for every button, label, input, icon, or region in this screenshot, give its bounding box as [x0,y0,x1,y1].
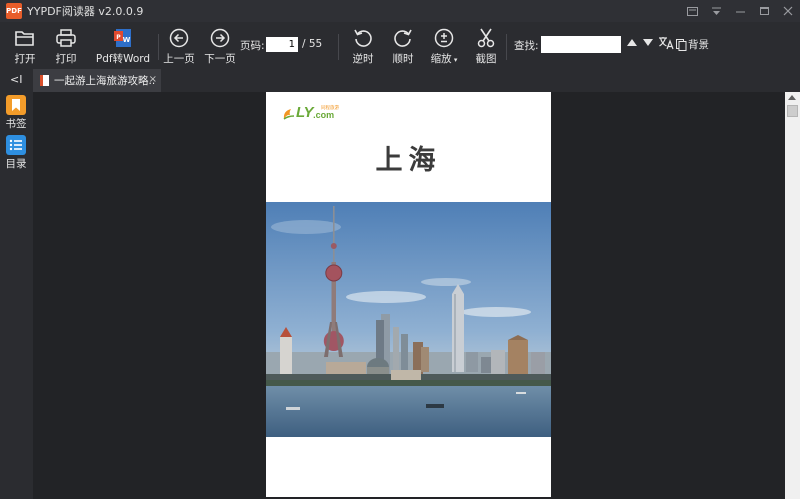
app-title: YYPDF阅读器 v2.0.0.9 [27,5,144,18]
sidebar-item-toc[interactable]: 目录 [5,135,27,171]
bookmark-icon [6,95,26,115]
page-heading: 上海 [375,145,442,176]
open-label: 打开 [14,53,36,65]
toolbar: 打开 打印 PW Pdf转Word 上一页 下一页 页码: / 55 逆时 [0,22,800,67]
scroll-thumb[interactable] [787,105,798,117]
sidebar-item-bookmarks[interactable]: 书签 [5,95,27,131]
title-bar: PDF YYPDF阅读器 v2.0.0.9 [0,0,800,22]
sidebar-item-label: 书签 [5,118,27,130]
zoom-button[interactable]: 缩放 ▾ [422,28,466,66]
arrow-right-circle-icon [210,28,230,48]
next-page-button[interactable]: 下一页 [198,28,242,66]
find-label: 查找: [514,40,539,52]
prev-page-button[interactable]: 上一页 [157,28,201,66]
printer-icon [55,28,77,48]
tab-close-icon[interactable]: × [149,74,157,85]
svg-text:P: P [116,34,121,41]
tab-title: 一起游上海旅游攻略.. [54,75,156,87]
ly-logo-text: LY [296,104,314,121]
screenshot-label: 截图 [475,53,497,65]
sidebar-collapse-button[interactable]: <I [10,73,22,86]
find-next-icon[interactable] [642,37,654,47]
ly-logo: LY .com 同程旅游 [282,104,339,121]
vertical-scrollbar[interactable] [785,92,800,499]
maximize-icon[interactable] [752,0,776,22]
skin-icon[interactable] [680,0,704,22]
pdf-page: LY .com 同程旅游 上海 [266,92,551,497]
print-button[interactable]: 打印 [44,28,88,66]
pdf-file-icon [40,75,49,86]
find-input[interactable] [541,36,621,53]
document-viewer[interactable]: LY .com 同程旅游 上海 [33,92,785,499]
translate-icon[interactable] [658,36,674,53]
list-icon [6,135,26,155]
next-page-label: 下一页 [204,53,236,65]
print-label: 打印 [55,53,77,65]
background-icon [676,38,687,51]
window-controls [680,0,800,22]
ly-logo-domain: .com [313,110,335,120]
arrow-left-circle-icon [169,28,189,48]
rotate-ccw-button[interactable]: 逆时 [341,28,385,66]
folder-icon [14,28,36,48]
close-icon[interactable] [776,0,800,22]
rotate-ccw-label: 逆时 [352,53,374,65]
sidebar-item-label: 目录 [5,158,27,170]
menu-icon[interactable] [704,0,728,22]
background-button[interactable]: 背景 [676,37,709,52]
pdf-to-word-icon: PW [112,28,134,48]
rotate-cw-button[interactable]: 顺时 [381,28,425,66]
toolbar-divider [338,34,339,60]
prev-page-label: 上一页 [163,53,195,65]
ly-logo-chinese: 同程旅游 [321,106,339,111]
toolbar-divider [506,34,507,60]
rotate-cw-icon [393,28,413,48]
minimize-icon[interactable] [728,0,752,22]
tab-bar: <I 一起游上海旅游攻略.. × [0,67,800,92]
scissors-icon [476,28,496,48]
tab-document[interactable]: 一起游上海旅游攻略.. × [33,69,161,92]
background-label: 背景 [688,39,709,51]
scroll-up-icon[interactable] [788,95,796,100]
page-total: / 55 [302,38,323,50]
pdf-to-word-button[interactable]: PW Pdf转Word [95,28,151,66]
shanghai-skyline-photo [266,202,551,437]
sidebar: 书签 目录 [0,92,33,499]
page-number-input[interactable] [266,37,298,52]
find-prev-icon[interactable] [626,37,638,47]
rotate-cw-label: 顺时 [392,53,414,65]
app-logo-icon: PDF [6,3,22,19]
open-button[interactable]: 打开 [3,28,47,66]
ly-leaf-icon [283,109,295,120]
zoom-label: 缩放 ▾ [430,53,458,65]
rotate-ccw-icon [353,28,373,48]
pdf-to-word-label: Pdf转Word [95,53,151,65]
page-number-label: 页码: [240,40,265,52]
screenshot-button[interactable]: 截图 [464,28,508,66]
zoom-plus-minus-icon [434,28,454,48]
svg-text:W: W [123,36,131,44]
